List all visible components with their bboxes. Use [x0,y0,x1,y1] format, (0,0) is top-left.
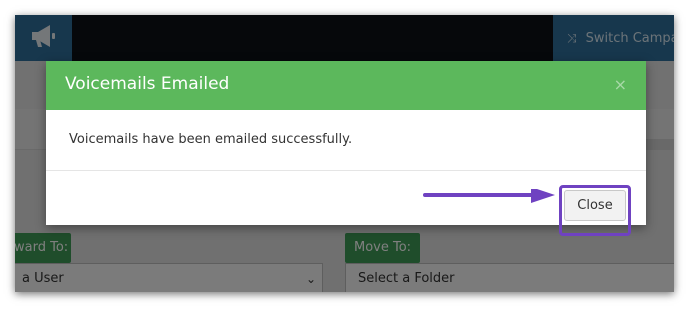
modal-title: Voicemails Emailed [65,74,230,94]
modal-message: Voicemails have been emailed successfull… [69,132,353,147]
screenshot-frame: ⤨ Switch Campa ward To: Move To: a User … [15,15,674,292]
arrow-right-icon [423,189,555,203]
modal-body: Voicemails have been emailed successfull… [46,110,646,171]
modal-header: Voicemails Emailed × [46,61,646,110]
close-icon[interactable]: × [614,75,627,94]
close-button[interactable]: Close [564,190,626,221]
